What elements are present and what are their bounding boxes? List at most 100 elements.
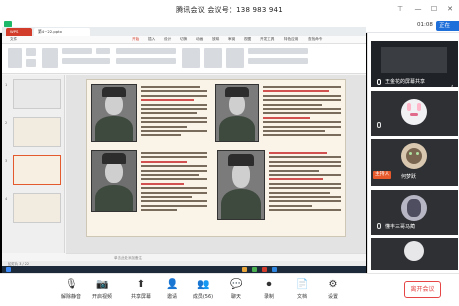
avatar	[401, 195, 427, 221]
font-size-select[interactable]	[96, 48, 110, 54]
ppt-ribbon	[2, 44, 366, 74]
new-slide-button[interactable]	[42, 48, 58, 68]
mic-icon	[377, 79, 381, 85]
menu-file[interactable]: 文件	[10, 37, 17, 42]
menu-slideshow[interactable]: 放映	[212, 37, 219, 42]
thumb-number: 3	[5, 159, 8, 163]
share-preview	[381, 47, 447, 73]
menu-insert[interactable]: 插入	[148, 37, 155, 42]
bio-text-1	[141, 86, 207, 142]
record-icon: ⏺	[266, 279, 272, 290]
slide-thumbnail[interactable]	[13, 193, 61, 223]
mic-muted-icon: 🎙	[65, 279, 78, 290]
host-badge: 主持人	[373, 171, 392, 179]
presentation-window: WPS 第4~22.pptx 文件 开始 插入 设计 切换 动画 放映 审阅 视…	[2, 27, 366, 273]
menu-transition[interactable]: 切换	[180, 37, 187, 42]
paste-button[interactable]	[8, 48, 22, 68]
settings-icon: ⚙	[328, 279, 338, 290]
select-group[interactable]	[248, 58, 308, 64]
document-tab[interactable]: 第4~22.pptx	[34, 28, 90, 36]
thumb-number: 4	[5, 197, 8, 201]
portrait-photo-4	[217, 150, 265, 220]
menu-developer[interactable]: 开发工具	[260, 37, 274, 42]
shape-button[interactable]	[204, 48, 222, 68]
portrait-photo-1	[91, 84, 137, 142]
meeting-timer: 01:08	[417, 22, 433, 28]
avatar	[401, 99, 427, 125]
share-screen-button[interactable]: ⬆ 共享屏幕	[124, 277, 158, 305]
ppt-menu-bar: 文件 开始 插入 设计 切换 动画 放映 审阅 视图 开发工具 特色应用 查找命…	[2, 36, 366, 44]
start-icon[interactable]	[6, 267, 11, 272]
participant-panel: 王金花的屏幕共享 ‹ 主持人 何梦跃 懂丰三哥马蔺	[367, 33, 459, 273]
window-title: 腾讯会议 会议号：138 983 941	[176, 6, 283, 14]
participant-name: 懂丰三哥马蔺	[385, 224, 416, 230]
speaking-indicator: 正在	[436, 21, 459, 31]
mic-icon	[377, 223, 381, 229]
taskbar-app-icon[interactable]	[242, 267, 247, 272]
invite-button[interactable]: 👤 邀请	[155, 277, 189, 305]
leave-meeting-button[interactable]: 离开会议	[404, 281, 441, 298]
bio-text-3	[141, 152, 207, 232]
portrait-photo-3	[91, 150, 137, 212]
menu-features[interactable]: 特色应用	[284, 37, 298, 42]
participant-tile-host[interactable]: 主持人 何梦跃	[371, 139, 458, 186]
invite-icon: 👤	[166, 279, 179, 290]
bio-text-4	[269, 152, 341, 234]
menu-view[interactable]: 视图	[244, 37, 251, 42]
video-off-icon: 📷	[96, 279, 109, 290]
slide-canvas	[66, 75, 366, 253]
menu-animation[interactable]: 动画	[196, 37, 203, 42]
participant-tile[interactable]: 懂丰三哥马蔺	[371, 190, 458, 235]
record-button[interactable]: ⏺ 录制	[252, 277, 286, 305]
find-replace-group[interactable]	[248, 48, 308, 54]
portrait-photo-2	[215, 84, 259, 142]
text-box-button[interactable]	[182, 48, 200, 68]
document-button[interactable]: 📄 文档	[285, 277, 319, 305]
settings-button[interactable]: ⚙ 设置	[316, 277, 350, 305]
slide-thumbnail-selected[interactable]	[13, 155, 61, 185]
menu-home[interactable]: 开始	[132, 37, 139, 42]
current-slide[interactable]	[86, 79, 346, 237]
taskbar-app-icon[interactable]	[262, 267, 267, 272]
font-style-group[interactable]	[62, 58, 110, 64]
menu-search[interactable]: 查找命令	[308, 37, 322, 42]
members-button[interactable]: 👥 成员(56)	[186, 277, 220, 305]
copy-button[interactable]	[26, 59, 36, 67]
minimize-icon[interactable]: —	[413, 4, 423, 14]
wps-tab[interactable]: WPS	[6, 28, 32, 36]
document-icon: 📄	[296, 279, 309, 290]
slide-thumbnails: 1 2 3 4	[2, 75, 65, 253]
arrange-button[interactable]	[226, 48, 244, 68]
close-icon[interactable]: ✕	[445, 4, 455, 14]
chat-icon: 💬	[230, 279, 243, 290]
menu-design[interactable]: 设计	[164, 37, 171, 42]
share-owner-name: 王金花的屏幕共享	[385, 79, 426, 85]
meeting-window: 腾讯会议 会议号：138 983 941 ⊤ — ☐ ✕ 01:08 正在 WP…	[0, 0, 459, 306]
thumb-number: 2	[5, 121, 8, 125]
participant-name: 何梦跃	[401, 174, 417, 180]
mic-icon	[377, 122, 381, 128]
os-taskbar	[2, 266, 366, 273]
cut-button[interactable]	[26, 48, 36, 56]
thumb-number: 1	[5, 83, 8, 87]
alignment-group[interactable]	[116, 58, 176, 64]
notes-input[interactable]: 单击此处添加备注	[66, 253, 366, 261]
avatar	[401, 143, 427, 169]
participant-tile[interactable]	[371, 238, 458, 270]
font-select[interactable]	[62, 48, 92, 54]
pin-icon[interactable]: ⊤	[395, 4, 405, 14]
chat-button[interactable]: 💬 聊天	[219, 277, 253, 305]
paragraph-group[interactable]	[116, 48, 176, 54]
screen-share-tile[interactable]: 王金花的屏幕共享 ‹	[371, 41, 458, 87]
participant-tile[interactable]	[371, 91, 458, 136]
more-icon[interactable]: ‹	[451, 83, 453, 87]
start-video-button[interactable]: 📷 开启视频	[85, 277, 119, 305]
slide-thumbnail[interactable]	[13, 79, 61, 109]
unmute-button[interactable]: 🎙 解除静音	[54, 277, 88, 305]
taskbar-app-icon[interactable]	[252, 267, 257, 272]
menu-review[interactable]: 审阅	[228, 37, 235, 42]
maximize-icon[interactable]: ☐	[429, 4, 439, 14]
ppt-tab-bar: WPS 第4~22.pptx	[2, 27, 366, 36]
taskbar-app-icon[interactable]	[272, 267, 277, 272]
slide-thumbnail[interactable]	[13, 117, 61, 147]
